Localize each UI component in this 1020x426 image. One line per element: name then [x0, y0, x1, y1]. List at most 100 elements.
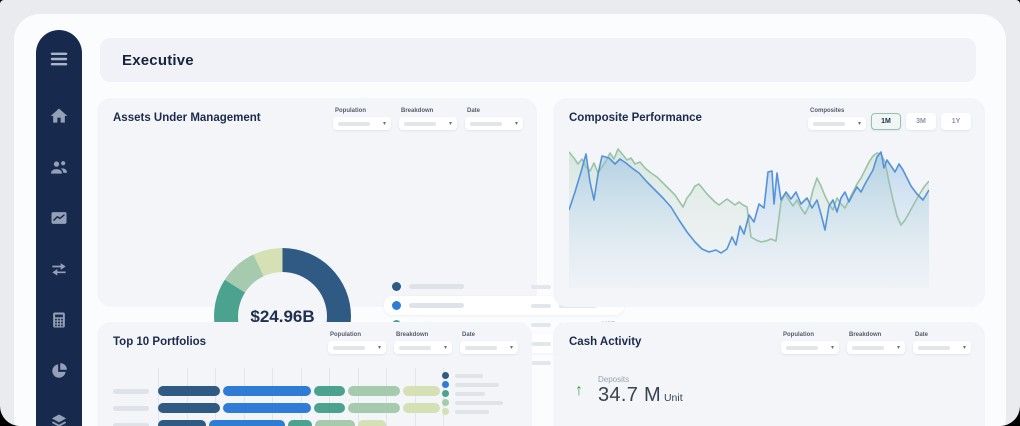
portfolios-legend-row	[442, 389, 503, 398]
legend-dot	[442, 399, 449, 406]
range-button-3m[interactable]: 3M	[906, 113, 936, 130]
menu-icon[interactable]	[48, 48, 70, 70]
filter-label: Breakdown	[396, 332, 452, 338]
bar-segment-teal	[288, 420, 312, 426]
select-placeholder-shimmer	[786, 346, 818, 350]
chevron-down-icon: ▾	[449, 121, 452, 127]
portfolios-filters: Population▾ Breakdown ▾ Date ▾	[328, 332, 518, 354]
card-title: Cash Activity	[569, 336, 641, 348]
portfolio-bar-row[interactable]	[158, 403, 440, 413]
filter-label: Population	[783, 332, 839, 338]
range-button-1m[interactable]: 1M	[871, 113, 901, 130]
filter-date: Date ▾	[465, 108, 523, 130]
page-title: Executive	[122, 52, 194, 69]
filter-population: Population▾	[328, 332, 386, 354]
filter-label: Breakdown	[401, 108, 457, 114]
bar-segment-sage	[315, 420, 355, 426]
performance-nav-icon[interactable]	[49, 208, 69, 228]
population-select[interactable]: ▾	[781, 341, 839, 354]
filter-label: Date	[467, 108, 523, 114]
legend-dot	[442, 372, 449, 379]
legend-dot	[442, 408, 449, 415]
card-title: Assets Under Management	[113, 112, 261, 124]
arrow-up-icon: ↑	[575, 382, 583, 400]
bar-segment-navy	[158, 403, 220, 413]
legend-dot	[442, 390, 449, 397]
performance-line-chart[interactable]	[569, 142, 929, 288]
portfolio-bar-row[interactable]	[158, 420, 386, 426]
dashboard-screen: Executive Assets Under Management Popula…	[0, 0, 1020, 426]
range-button-1y[interactable]: 1Y	[941, 113, 971, 130]
chevron-down-icon: ▾	[510, 345, 513, 351]
portfolio-bar-row[interactable]	[158, 386, 440, 396]
filter-population: Population▾	[333, 108, 391, 130]
users-nav-icon[interactable]	[49, 157, 69, 177]
select-placeholder-shimmer	[918, 346, 950, 350]
filter-breakdown: Breakdown ▾	[399, 108, 457, 130]
select-placeholder-shimmer	[333, 346, 365, 350]
breakdown-select[interactable]: ▾	[399, 117, 457, 130]
card-cash-activity: Cash Activity Population▾Breakdown▾Date▾…	[553, 322, 985, 426]
breakdown-select[interactable]: ▾	[394, 341, 452, 354]
bar-segment-pale	[403, 386, 440, 396]
aum-filters: Population▾ Breakdown ▾ Date ▾	[333, 108, 523, 130]
deposits-value: 34.7 M	[598, 384, 661, 407]
select-placeholder-shimmer	[404, 122, 436, 126]
bar-segment-sage	[348, 386, 400, 396]
value-shimmer	[531, 361, 551, 365]
date-select[interactable]: ▾	[460, 341, 518, 354]
portfolios-legend-row	[442, 407, 503, 416]
bar-segment-blue	[223, 386, 311, 396]
transfers-nav-icon[interactable]	[49, 259, 69, 279]
performance-controls: Composites ▾ 1M 3M 1Y	[808, 108, 971, 130]
range-buttons: 1M 3M 1Y	[871, 113, 971, 130]
breakdown-select[interactable]: ▾	[847, 341, 905, 354]
filter-breakdown: Breakdown ▾	[394, 332, 452, 354]
filter-breakdown: Breakdown▾	[847, 332, 905, 354]
date-select[interactable]: ▾	[913, 341, 971, 354]
population-select[interactable]: ▾	[333, 117, 391, 130]
deposits-unit: Unit	[664, 392, 683, 404]
value-shimmer	[531, 342, 551, 346]
home-nav-icon[interactable]	[49, 106, 69, 126]
portfolios-gridlines	[158, 368, 443, 426]
portfolio-name-shimmer	[113, 423, 149, 426]
bar-segment-navy	[158, 420, 206, 426]
calculator-nav-icon[interactable]	[49, 310, 69, 330]
date-select[interactable]: ▾	[465, 117, 523, 130]
legend-dot	[392, 301, 401, 310]
card-title: Composite Performance	[569, 112, 702, 124]
bar-segment-pale	[358, 420, 386, 426]
bar-segment-blue	[223, 403, 311, 413]
filter-population: Population ▾	[781, 332, 839, 354]
gridline	[386, 368, 387, 426]
filter-label: Date	[462, 332, 518, 338]
filter-label: Composites	[810, 108, 866, 114]
deposits-metric: 34.7 M Unit	[598, 384, 683, 407]
gridline	[358, 368, 359, 426]
allocation-nav-icon[interactable]	[49, 361, 69, 381]
select-placeholder-shimmer	[465, 346, 497, 350]
population-select[interactable]: ▾	[328, 341, 386, 354]
sidebar	[36, 30, 82, 426]
chevron-down-icon: ▾	[897, 345, 900, 351]
name-shimmer	[409, 284, 464, 289]
bar-segment-navy	[158, 386, 220, 396]
name-shimmer	[409, 303, 464, 308]
filter-date: Date ▾	[460, 332, 518, 354]
chevron-down-icon: ▾	[963, 345, 966, 351]
card-top-10-portfolios: Top 10 Portfolios Population▾Breakdown▾D…	[97, 322, 532, 426]
value-shimmer	[531, 304, 551, 308]
card-composite-performance: Composite Performance Composites ▾ 1M3M1…	[553, 98, 985, 307]
legend-label-shimmer	[455, 401, 503, 405]
legend-dot	[442, 381, 449, 388]
portfolios-legend-row	[442, 398, 503, 407]
gridline	[158, 368, 159, 426]
value-shimmer	[531, 323, 551, 327]
composites-select[interactable]: ▾	[808, 117, 866, 130]
legend-dot	[392, 282, 401, 291]
portfolios-legend-row	[442, 371, 503, 380]
bar-segment-teal	[314, 386, 345, 396]
chevron-down-icon: ▾	[831, 345, 834, 351]
layers-nav-icon[interactable]	[49, 412, 69, 426]
